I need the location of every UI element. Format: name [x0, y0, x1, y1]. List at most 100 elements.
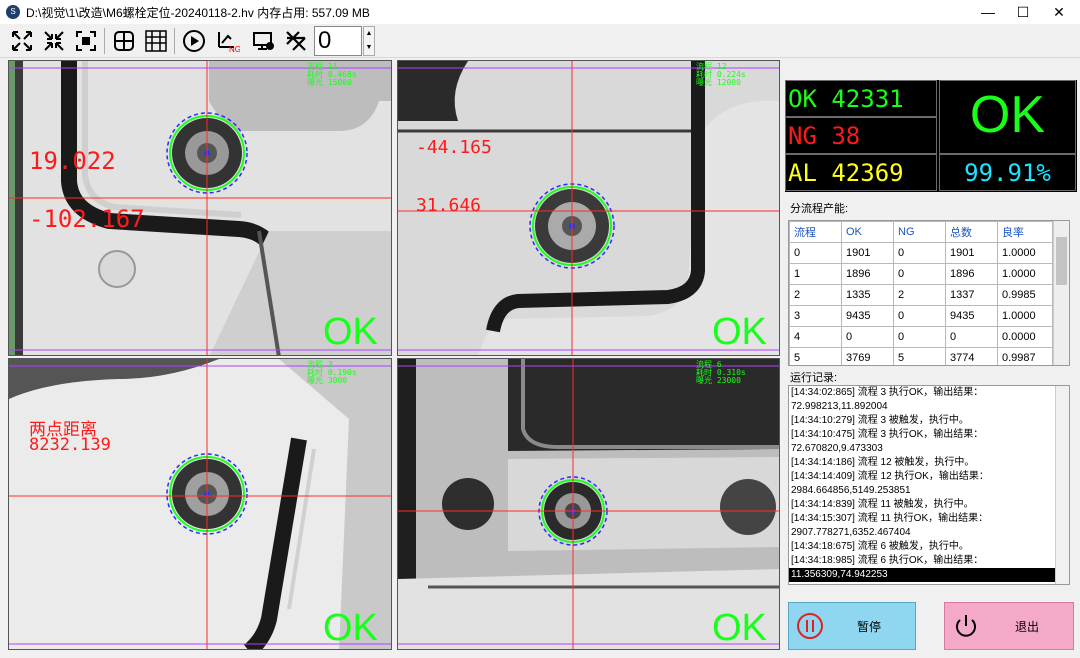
fit-window-icon[interactable]: [8, 27, 36, 55]
table-row[interactable]: 1 1896 0 1896 1.0000: [789, 263, 1053, 285]
log-line: 2907.778271,6352.467404: [791, 527, 911, 538]
table-cell: 2: [789, 284, 842, 306]
table-cell: 0: [841, 326, 894, 348]
table-cell: 0: [893, 326, 946, 348]
window-title: D:\视觉\1\改造\M6螺栓定位-20240118-2.hv 内存占用: 55…: [26, 5, 370, 20]
table-header: 流程 OK NG 总数 良率: [789, 221, 1053, 243]
table-cell: 1896: [841, 263, 894, 285]
table-cell: 3769: [841, 347, 894, 365]
header-ng[interactable]: NG: [893, 221, 946, 243]
ng-tag: NG: [229, 45, 240, 53]
measurement-y: -102.167: [29, 205, 145, 233]
ng-count: NG 38: [788, 122, 861, 150]
table-cell: 1.0000: [997, 263, 1053, 285]
table-cell: 0.9985: [997, 284, 1053, 306]
measurement-y: 31.646: [416, 195, 482, 216]
scroll-thumb[interactable]: [1056, 237, 1067, 285]
calibrate-icon[interactable]: [282, 27, 310, 55]
table-cell: 3: [789, 305, 842, 327]
camera-settings-icon[interactable]: [250, 27, 278, 55]
ng-count-cell: NG 38: [785, 117, 937, 154]
overall-result-cell: OK: [939, 80, 1076, 154]
overall-result: OK: [969, 86, 1046, 144]
measurement-x: -44.165: [416, 137, 492, 158]
camera-view-2[interactable]: 流程 12 耗时 0.224s 曝光 12000 -44.165 31.646 OK: [397, 60, 780, 356]
table-cell: 1335: [841, 284, 894, 306]
log-line: 72.670820,9.473303: [791, 443, 883, 454]
table-cell: 9435: [841, 305, 894, 327]
counter-spinner[interactable]: ▲ ▼: [363, 26, 375, 56]
grid-layout-icon[interactable]: [142, 27, 170, 55]
table-cell: 1: [789, 263, 842, 285]
log-scrollbar[interactable]: [1055, 386, 1069, 584]
table-cell: 1.0000: [997, 242, 1053, 264]
log-line: [14:34:18:985] 流程 6 执行OK，输出结果：: [791, 555, 984, 566]
log-selected-line[interactable]: 11.356309,74.942253: [789, 568, 1069, 582]
table-cell: 0: [893, 305, 946, 327]
log-line: [14:34:15:307] 流程 11 执行OK，输出结果：: [791, 513, 989, 524]
table-row[interactable]: 0 1901 0 1901 1.0000: [789, 242, 1053, 264]
camera-info: 流程 11 耗时 0.468s 曝光 15000: [307, 62, 357, 87]
table-row[interactable]: 4 0 0 0 0.0000: [789, 326, 1053, 348]
camera-info: 流程 3 耗时 0.190s 曝光 3000: [307, 360, 357, 385]
result-ok: OK: [712, 311, 767, 353]
process-capacity-label: 分流程产能:: [790, 203, 849, 215]
result-ok: OK: [323, 607, 378, 649]
close-button[interactable]: ✕: [1036, 0, 1080, 24]
table-cell: 1.0000: [997, 305, 1053, 327]
process-table[interactable]: 流程 OK NG 总数 良率 0 1901 0 1901 1.0000 1 1896 0 189…: [788, 220, 1070, 366]
yield-rate: 99.91%: [964, 159, 1051, 187]
log-line: 2984.664856,5149.253851: [791, 485, 911, 496]
table-row[interactable]: 2 1335 2 1337 0.9985: [789, 284, 1053, 306]
al-count-cell: AL 42369: [785, 154, 937, 191]
table-cell: 0: [945, 326, 998, 348]
run-icon[interactable]: [180, 27, 208, 55]
table-cell: 9435: [945, 305, 998, 327]
exit-button[interactable]: 退出: [944, 602, 1074, 650]
header-yield[interactable]: 良率: [997, 221, 1053, 243]
table-row[interactable]: 3 9435 0 9435 1.0000: [789, 305, 1053, 327]
ok-count-cell: OK 42331: [785, 80, 937, 117]
header-process[interactable]: 流程: [789, 221, 842, 243]
table-cell: 0.0000: [997, 326, 1053, 348]
log-line: [14:34:10:475] 流程 3 执行OK，输出结果：: [791, 429, 984, 440]
header-total[interactable]: 总数: [945, 221, 998, 243]
title-bar: S D:\视觉\1\改造\M6螺栓定位-20240118-2.hv 内存占用: …: [0, 0, 1080, 24]
yield-cell: 99.91%: [939, 154, 1076, 191]
camera-view-4[interactable]: 流程 6 耗时 0.310s 曝光 23000 OK: [397, 358, 780, 650]
pause-label: 暂停: [857, 619, 882, 634]
ng-image-icon[interactable]: NG: [214, 27, 242, 55]
camera-view-3[interactable]: 流程 3 耗时 0.190s 曝光 3000 两点距离 8232.139 OK: [8, 358, 392, 650]
run-log[interactable]: [14:34:02:865] 流程 3 执行OK，输出结果： 72.998213,…: [788, 385, 1070, 585]
table-cell: 0.9987: [997, 347, 1053, 365]
log-line: [14:34:10:279] 流程 3 被触发，执行中。: [791, 415, 969, 426]
log-line: [14:34:02:865] 流程 3 执行OK，输出结果：: [791, 387, 984, 398]
measurement-distance: 8232.139: [29, 435, 111, 455]
app-icon: S: [6, 5, 20, 19]
table-scrollbar[interactable]: [1053, 221, 1069, 365]
table-cell: 5: [893, 347, 946, 365]
exit-label: 退出: [1015, 619, 1040, 634]
table-cell: 0: [893, 263, 946, 285]
table-cell: 0: [893, 242, 946, 264]
table-cell: 4: [789, 326, 842, 348]
table-cell: 3774: [945, 347, 998, 365]
table-cell: 0: [789, 242, 842, 264]
log-line: [14:34:18:675] 流程 6 被触发，执行中。: [791, 541, 969, 552]
counter-input[interactable]: 0: [314, 26, 362, 56]
table-cell: 1901: [841, 242, 894, 264]
table-cell: 2: [893, 284, 946, 306]
toolbar-separator: [104, 28, 105, 54]
fullscreen-icon[interactable]: [72, 27, 100, 55]
table-cell: 1901: [945, 242, 998, 264]
header-ok[interactable]: OK: [841, 221, 894, 243]
table-row[interactable]: 5 3769 5 3774 0.9987: [789, 347, 1053, 365]
shrink-icon[interactable]: [40, 27, 68, 55]
toolbar: NG: [0, 24, 1080, 58]
crosshair-icon[interactable]: [110, 27, 138, 55]
pause-button[interactable]: 暂停: [788, 602, 916, 650]
all-count: AL 42369: [788, 159, 904, 187]
camera-view-1[interactable]: 流程 11 耗时 0.468s 曝光 15000 19.022 -102.167 O…: [8, 60, 392, 356]
pause-icon: [797, 613, 823, 639]
camera-info: 流程 6 耗时 0.310s 曝光 23000: [696, 360, 746, 385]
